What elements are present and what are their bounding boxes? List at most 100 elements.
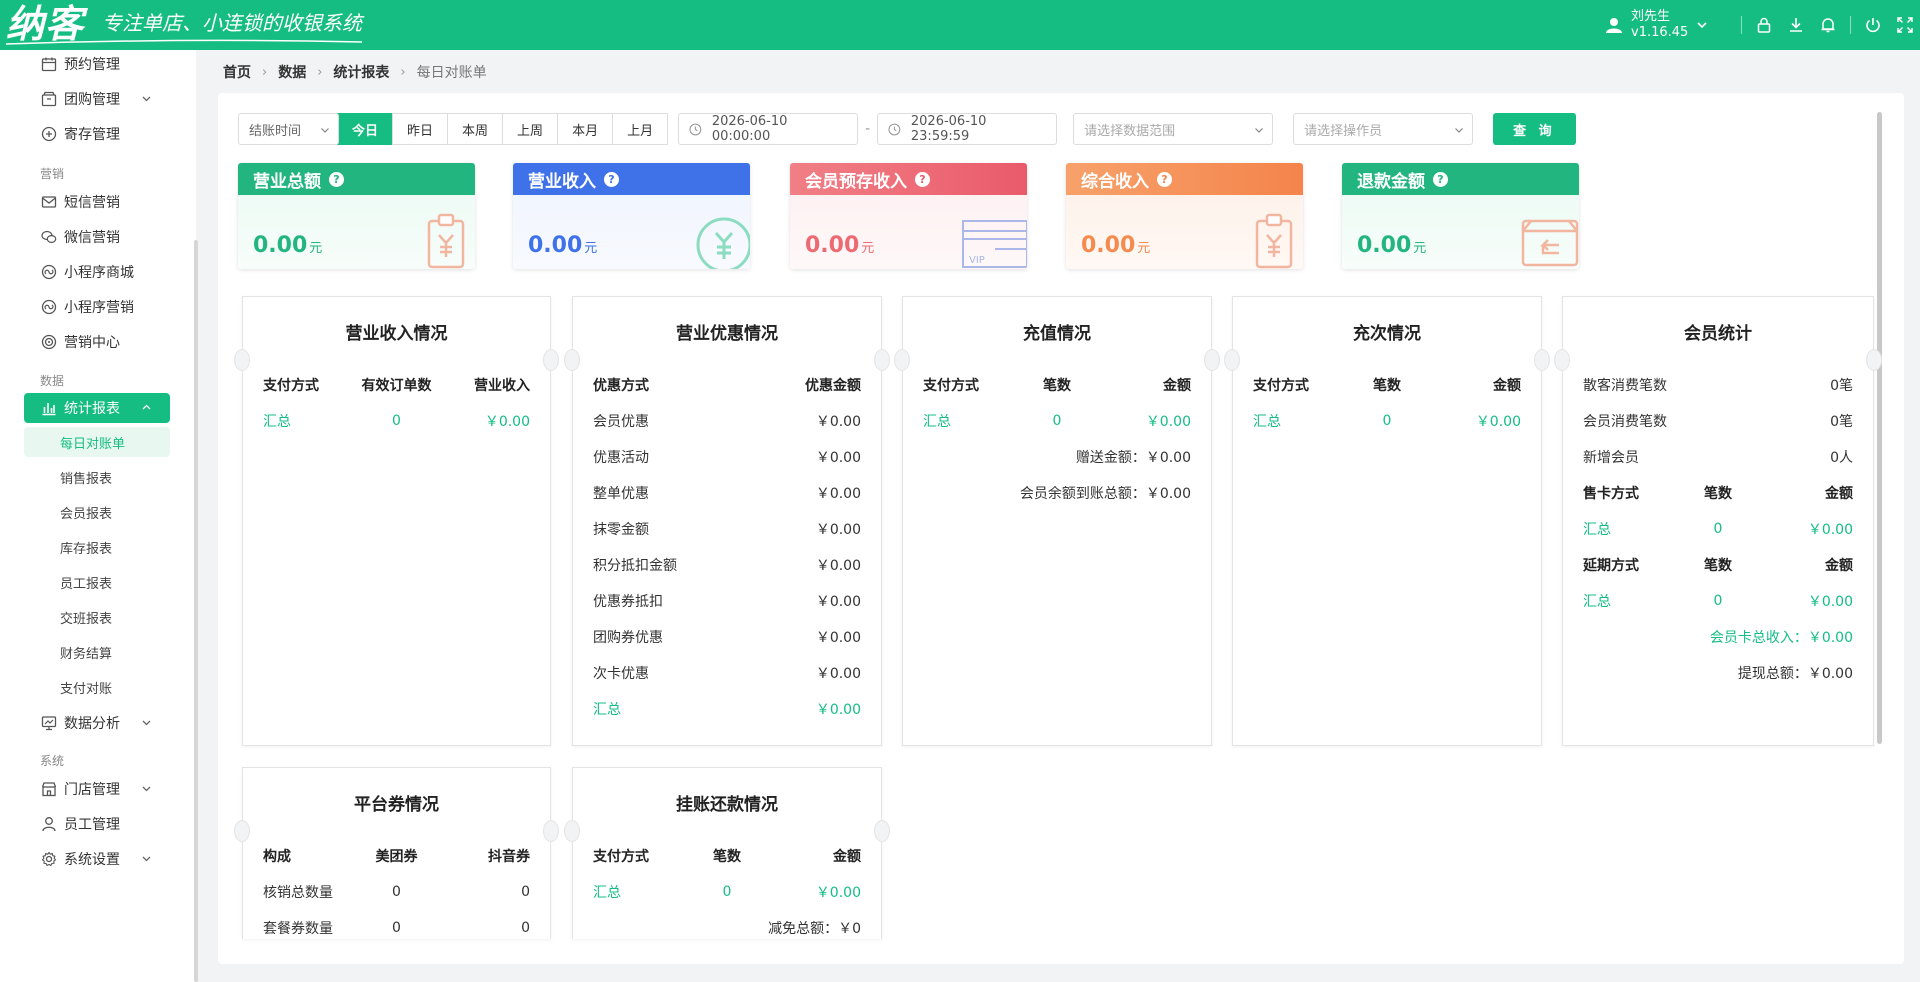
sidebar-sub-payment-reconcile[interactable]: 支付对账 <box>24 672 170 702</box>
operator-select[interactable]: 请选择操作员 <box>1293 113 1474 145</box>
content-scrollbar[interactable] <box>1877 112 1882 744</box>
period-this-week[interactable]: 本周 <box>447 113 504 145</box>
sidebar-scrollbar[interactable] <box>194 240 198 982</box>
ticket-notch <box>564 349 580 371</box>
table-row: 抹零金额 ￥0.00 <box>593 522 861 538</box>
table-header: 支付方式 笔数 金额 <box>593 849 861 865</box>
sidebar-item-group-buy[interactable]: 团购管理 <box>24 84 170 114</box>
sidebar-group-marketing: 营销 <box>40 167 65 181</box>
stat-card-comprehensive: 综合收入 ? 0.00 元 <box>1066 163 1303 269</box>
breadcrumb-data[interactable]: 数据 <box>278 62 306 82</box>
sidebar-item-wechat[interactable]: 微信营销 <box>24 222 170 252</box>
sidebar-item-label: 短信营销 <box>64 195 120 211</box>
waive-total: 减免总额： ￥0 <box>768 921 861 937</box>
panel-platform-coupons: 平台券情况 构成 美团券 抖音券 核销总数量 0 0 套餐券数量 0 0 <box>234 767 559 939</box>
sidebar-item-sms[interactable]: 短信营销 <box>24 187 170 217</box>
sidebar-sub-shift-report[interactable]: 交班报表 <box>24 602 170 632</box>
table-row: 次卡优惠 ￥0.00 <box>593 666 861 682</box>
sidebar-item-settings[interactable]: 系统设置 <box>24 844 170 874</box>
data-range-select[interactable]: 请选择数据范围 <box>1073 113 1274 145</box>
period-last-month[interactable]: 上月 <box>612 113 669 145</box>
panel-title: 平台券情况 <box>354 795 439 815</box>
calendar-icon <box>40 55 58 73</box>
ticket-notch <box>543 349 559 371</box>
sidebar-sub-member-report[interactable]: 会员报表 <box>24 497 170 527</box>
end-datetime-input[interactable]: 2026-06-10 23:59:59 <box>877 113 1058 145</box>
sidebar-group-data: 数据 <box>40 374 65 388</box>
download-icon <box>1790 18 1802 32</box>
download-button[interactable] <box>1784 13 1808 37</box>
user-info: 刘先生 v1.16.45 <box>1631 9 1688 41</box>
table-row-total: 汇总 0 ￥0.00 <box>593 884 861 901</box>
stat-card-member-deposit: 会员预存收入 ? 0.00 元 VIP <box>790 163 1027 269</box>
sidebar-item-label: 小程序营销 <box>64 300 134 316</box>
help-icon[interactable]: ? <box>915 171 930 187</box>
stat-value: 0.00 元 <box>528 233 598 258</box>
sidebar-sub-finance-settlement[interactable]: 财务结算 <box>24 637 170 667</box>
sidebar-item-marketing-center[interactable]: 营销中心 <box>24 327 170 357</box>
ticket-notch <box>1866 349 1882 371</box>
table-header: 支付方式 笔数 金额 <box>923 378 1191 394</box>
user-menu[interactable]: 刘先生 v1.16.45 <box>1605 6 1708 44</box>
table-row-total: 汇总 0 ￥0.00 <box>263 413 530 430</box>
top-bar: 纳客 专注单店、小连锁的收银系统 刘先生 v1.16.45 <box>0 0 1920 50</box>
help-icon[interactable]: ? <box>604 171 619 187</box>
table-row: 积分抵扣金额 ￥0.00 <box>593 558 861 574</box>
stat-title: 综合收入 <box>1081 171 1149 192</box>
lock-button[interactable] <box>1752 13 1776 37</box>
help-icon[interactable]: ? <box>329 171 344 187</box>
sidebar-sub-daily-statement[interactable]: 每日对账单 <box>24 427 170 457</box>
bell-icon <box>1821 18 1835 33</box>
breadcrumb-reports[interactable]: 统计报表 <box>333 62 389 82</box>
period-today[interactable]: 今日 <box>337 113 394 145</box>
period-this-month[interactable]: 本月 <box>557 113 614 145</box>
gear-icon <box>40 850 58 868</box>
divider <box>1850 16 1851 34</box>
period-last-week[interactable]: 上周 <box>502 113 559 145</box>
query-button[interactable]: 查 询 <box>1493 113 1576 145</box>
chevron-right-icon: › <box>400 64 406 80</box>
fullscreen-button[interactable] <box>1893 13 1917 37</box>
clipboard-yen-icon <box>427 213 465 269</box>
sidebar-item-reports[interactable]: 统计报表 <box>24 393 170 423</box>
sidebar-item-store[interactable]: 门店管理 <box>24 774 170 804</box>
time-type-select[interactable]: 结账时间 <box>238 113 339 145</box>
chevron-down-icon <box>142 856 151 862</box>
sidebar-sub-sales-report[interactable]: 销售报表 <box>24 462 170 492</box>
sidebar-item-data-analysis[interactable]: 数据分析 <box>24 708 170 738</box>
sidebar-sub-inventory-report[interactable]: 库存报表 <box>24 532 170 562</box>
table-header: 延期方式 笔数 金额 <box>1583 558 1853 574</box>
balance-total: 会员余额到账总额： ￥0.00 <box>1019 486 1191 502</box>
sidebar-sub-staff-report[interactable]: 员工报表 <box>24 567 170 597</box>
sidebar-item-storage[interactable]: 寄存管理 <box>24 119 170 149</box>
stat-header: 综合收入 ? <box>1066 163 1303 195</box>
logout-button[interactable] <box>1861 13 1885 37</box>
start-datetime-input[interactable]: 2026-06-10 00:00:00 <box>678 113 859 145</box>
sidebar-item-staff[interactable]: 员工管理 <box>24 809 170 839</box>
help-icon[interactable]: ? <box>1157 171 1172 187</box>
sidebar-item-label: 数据分析 <box>64 716 120 732</box>
chevron-down-icon <box>142 96 151 102</box>
group-buy-icon <box>40 90 58 108</box>
panel-title: 营业收入情况 <box>345 324 448 344</box>
breadcrumb-home[interactable]: 首页 <box>223 62 251 82</box>
period-yesterday[interactable]: 昨日 <box>392 113 449 145</box>
clock-icon <box>689 123 702 135</box>
notification-button[interactable] <box>1816 13 1840 37</box>
stat-value: 0.00 元 <box>1081 233 1151 258</box>
stat-card-total: 营业总额 ? 0.00 元 <box>238 163 475 269</box>
chevron-right-icon: › <box>317 64 323 80</box>
withdraw-total: 提现总额： ￥0.00 <box>1737 666 1853 682</box>
range-separator: - <box>865 121 871 137</box>
sidebar-item-label: 统计报表 <box>64 401 120 417</box>
help-icon[interactable]: ? <box>1433 171 1448 187</box>
sidebar-item-mini-marketing[interactable]: 小程序营销 <box>24 292 170 322</box>
chevron-down-icon <box>1255 128 1264 133</box>
table-row: 核销总数量 0 0 <box>263 884 530 901</box>
stat-value: 0.00 元 <box>805 233 875 258</box>
sidebar-item-reservation[interactable]: 预约管理 <box>24 49 170 79</box>
sidebar-item-mini-mall[interactable]: 小程序商城 <box>24 257 170 287</box>
table-row: 优惠券抵扣 ￥0.00 <box>593 594 861 610</box>
chevron-down-icon <box>142 720 151 726</box>
panel-discount: 营业优惠情况 优惠方式 优惠金额 会员优惠 ￥0.00 优惠活动 ￥0.00 整单优惠… <box>564 296 890 746</box>
